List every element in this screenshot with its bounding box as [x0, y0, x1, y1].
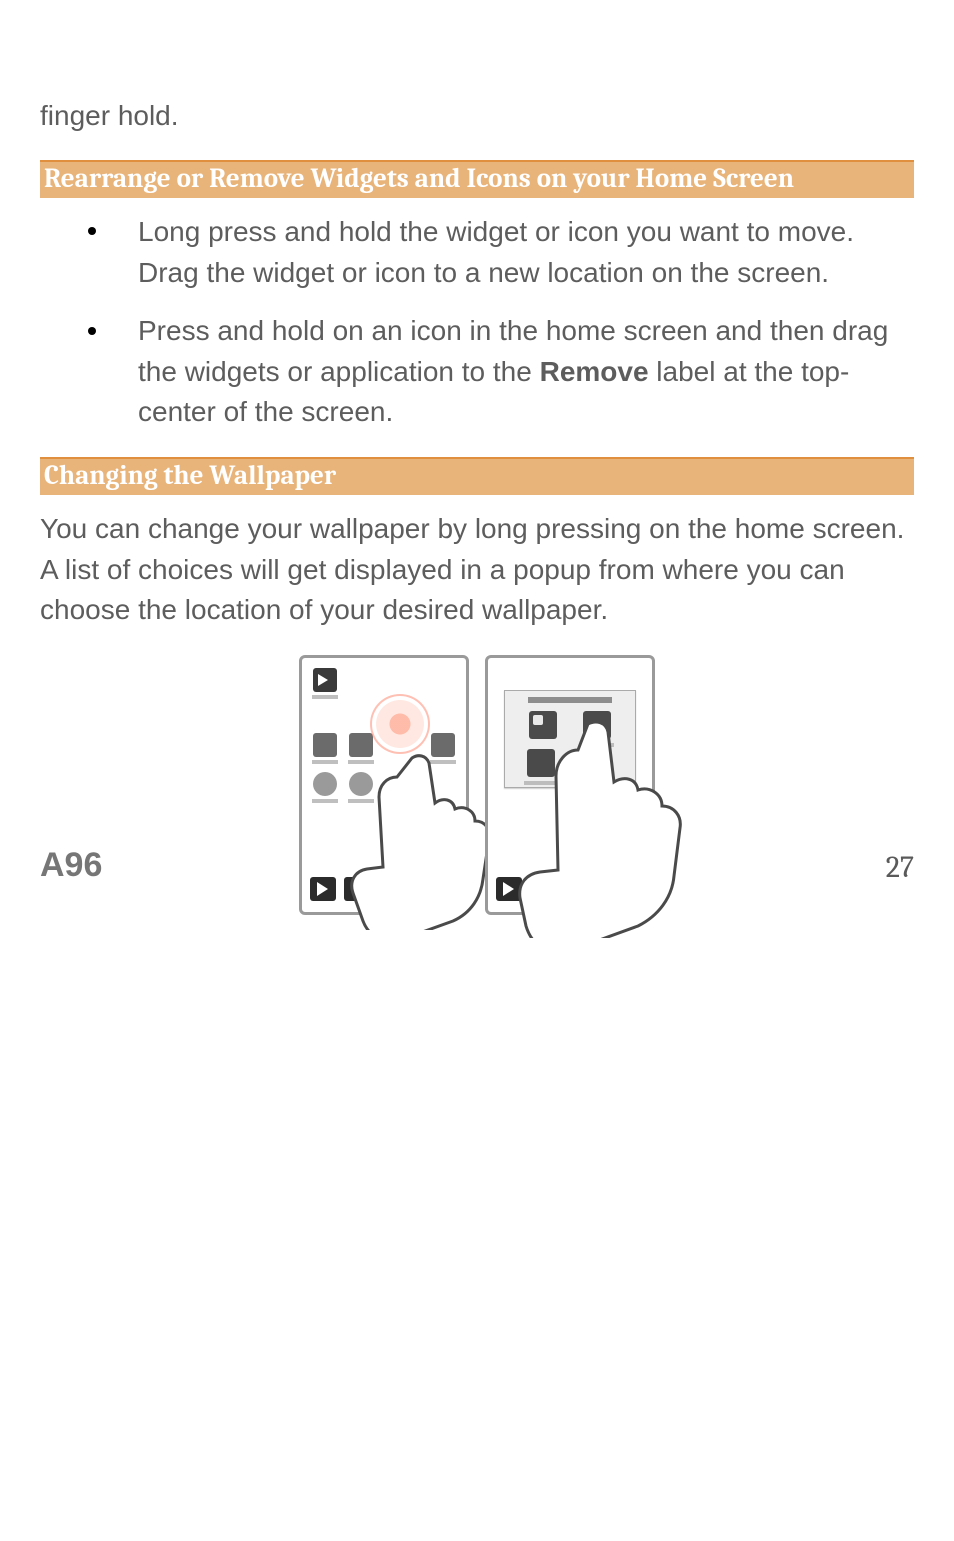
wallpaper-popup — [504, 690, 636, 788]
bullet-item: Long press and hold the widget or icon y… — [88, 212, 914, 293]
wallpaper-option-icon — [529, 711, 557, 739]
app-icon — [349, 772, 373, 796]
paragraph-wallpaper: You can change your wallpaper by long pr… — [40, 509, 914, 631]
illustration-wallpaper-gesture — [276, 655, 678, 933]
bullet-item: Press and hold on an icon in the home sc… — [88, 311, 914, 433]
app-icon — [313, 733, 337, 757]
footer-model-label: A96 — [40, 846, 102, 885]
document-page: finger hold. Rearrange or Remove Widgets… — [0, 100, 954, 933]
wallpaper-option-icon — [583, 711, 611, 739]
lead-fragment: finger hold. — [40, 100, 914, 132]
bullet-text: Long press and hold the widget or icon y… — [138, 216, 854, 288]
page-footer: A96 27 — [40, 846, 914, 885]
touch-ring-icon — [370, 694, 430, 754]
bullet-list-rearrange: Long press and hold the widget or icon y… — [88, 212, 914, 433]
app-icon — [313, 668, 337, 692]
app-icon — [349, 733, 373, 757]
wallpaper-option-icon — [527, 749, 555, 777]
footer-page-number: 27 — [886, 850, 914, 885]
app-icon — [431, 733, 455, 757]
bullet-text-bold: Remove — [540, 356, 649, 387]
heading-rearrange-widgets: Rearrange or Remove Widgets and Icons on… — [40, 160, 914, 198]
popup-title-placeholder — [528, 697, 612, 703]
app-icon — [313, 772, 337, 796]
heading-changing-wallpaper: Changing the Wallpaper — [40, 457, 914, 495]
